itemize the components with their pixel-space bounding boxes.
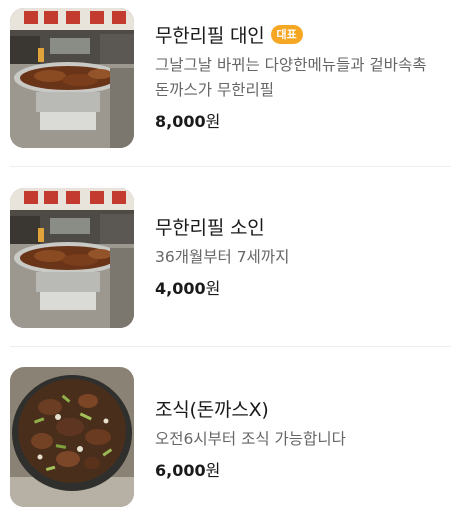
menu-item-title: 조식(돈까스X) [155, 398, 269, 421]
menu-item-info: 무한리필 소인 36개월부터 7세까지 4,000원 [155, 212, 459, 300]
menu-item-description: 36개월부터 7세까지 [155, 248, 290, 266]
buffet-tray-photo [10, 188, 134, 328]
signature-badge: 대표 [270, 24, 303, 44]
menu-item-breakfast[interactable]: 조식(돈까스X) 오전6시부터 조식 가능합니다 6,000원 [0, 360, 459, 513]
menu-item-title-row: 무한리필 소인 [155, 212, 459, 240]
menu-item-info: 무한리필 대인 대표 그날그날 바뀌는 다양한메뉴들과 겉바속촉 돈까스가 무한… [155, 20, 459, 133]
divider [10, 346, 451, 347]
price-unit: 원 [205, 461, 221, 480]
menu-item-price: 6,000원 [155, 460, 459, 482]
menu-item-title: 무한리필 대인 [155, 24, 265, 47]
menu-item-photo[interactable] [10, 188, 134, 328]
price-number: 6,000 [155, 461, 206, 480]
braised-meat-dish-photo [10, 367, 134, 507]
menu-item-info: 조식(돈까스X) 오전6시부터 조식 가능합니다 6,000원 [155, 394, 459, 482]
menu-item-price: 4,000원 [155, 278, 459, 300]
menu-item-child-refill[interactable]: 무한리필 소인 36개월부터 7세까지 4,000원 [0, 180, 459, 340]
menu-item-price: 8,000원 [155, 111, 459, 133]
price-unit: 원 [205, 279, 221, 298]
divider [10, 166, 451, 167]
price-number: 8,000 [155, 112, 206, 131]
menu-item-title-row: 무한리필 대인 대표 [155, 20, 459, 48]
price-unit: 원 [205, 112, 221, 131]
menu-list: 무한리필 대인 대표 그날그날 바뀌는 다양한메뉴들과 겉바속촉 돈까스가 무한… [0, 0, 459, 513]
menu-item-photo[interactable] [10, 367, 134, 507]
menu-item-photo[interactable] [10, 8, 134, 148]
menu-item-description: 오전6시부터 조식 가능합니다 [155, 430, 346, 448]
menu-item-title: 무한리필 소인 [155, 216, 265, 239]
menu-item-title-row: 조식(돈까스X) [155, 394, 459, 422]
price-number: 4,000 [155, 279, 206, 298]
menu-item-adult-refill[interactable]: 무한리필 대인 대표 그날그날 바뀌는 다양한메뉴들과 겉바속촉 돈까스가 무한… [0, 0, 459, 160]
buffet-tray-photo [10, 8, 134, 148]
menu-item-description: 그날그날 바뀌는 다양한메뉴들과 겉바속촉 돈까스가 무한리필 [155, 56, 427, 99]
